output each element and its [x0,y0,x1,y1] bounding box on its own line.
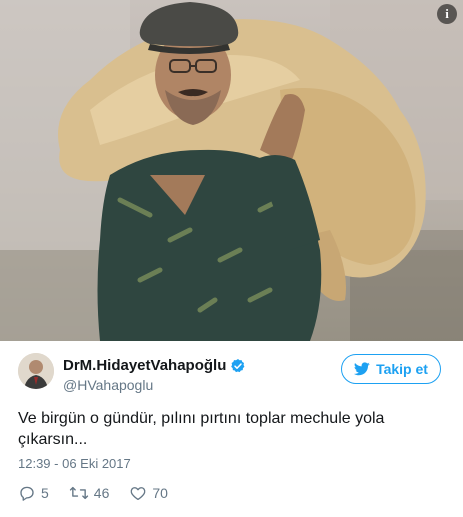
tweet-photo[interactable]: i [0,0,463,341]
reply-icon [20,486,34,501]
tweet-actions: 5 46 70 [18,484,188,502]
name-row: DrM.HidayetVahapoğlu [63,357,246,374]
reply-button[interactable]: 5 [18,484,49,502]
reply-count: 5 [41,485,49,501]
user-handle[interactable]: @HVahapoglu [63,377,153,393]
heart-icon [130,487,146,501]
tweet-body: DrM.HidayetVahapoğlu @HVahapoglu Takip e… [0,341,463,517]
like-button[interactable]: 70 [129,484,168,502]
retweet-count: 46 [93,485,110,501]
tweet-timestamp[interactable]: 12:39 - 06 Eki 2017 [18,456,131,471]
tweet-card: i DrM.HidayetVahapoğlu @HVahapoglu Takip… [0,0,463,517]
verified-badge-icon [231,358,245,372]
follow-button[interactable]: Takip et [341,354,441,384]
tweet-text: Ve birgün o gündür, pılını pırtını topla… [18,410,385,448]
twitter-bird-icon [354,362,370,376]
retweet-icon [69,486,88,500]
retweet-button[interactable]: 46 [69,484,110,502]
photo-illustration [0,0,463,341]
avatar-image [18,353,54,389]
avatar[interactable] [18,353,54,389]
follow-button-label: Takip et [376,361,428,377]
info-icon[interactable]: i [437,4,457,24]
display-name[interactable]: DrM.HidayetVahapoğlu [63,357,226,374]
like-count: 70 [152,485,168,501]
